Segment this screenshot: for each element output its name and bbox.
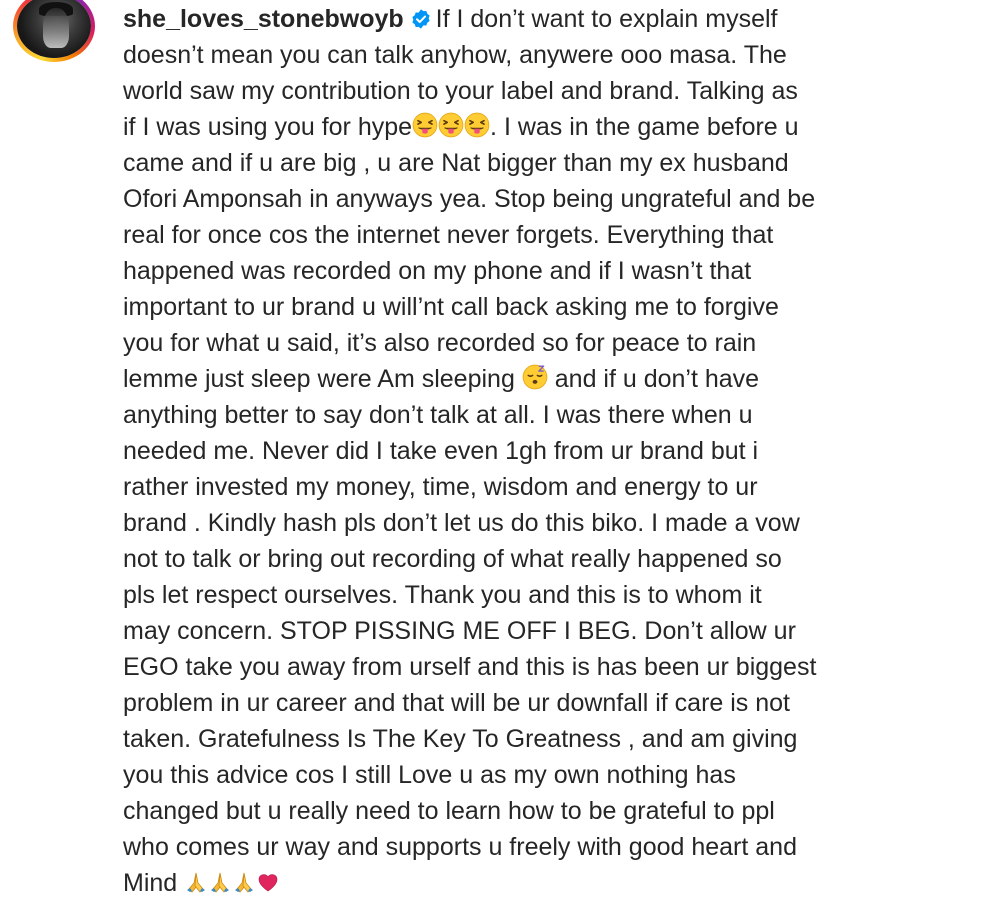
caption-line: important to ur brand u will’nt call bac… <box>123 293 779 321</box>
caption-line-text: lemme just sleep were Am sleeping <box>123 365 515 393</box>
caption-line: lemme just sleep were Am sleeping and if… <box>123 361 933 397</box>
caption-line: may concern. STOP PISSING ME OFF I BEG. … <box>123 617 796 645</box>
avatar-story-ring[interactable] <box>13 0 95 62</box>
caption-line: real for once cos the internet never for… <box>123 221 774 249</box>
caption-line-text: If I don’t want to explain myself <box>435 5 778 33</box>
post-comment: she_loves_stonebwoyb If I don’t want to e… <box>0 0 990 906</box>
caption-line: pls let respect ourselves. Thank you and… <box>123 581 762 609</box>
caption-line: rather invested my money, time, wisdom a… <box>123 473 758 501</box>
caption-line: happened was recorded on my phone and if… <box>123 257 752 285</box>
caption-line-text: and if u don’t have <box>554 365 760 393</box>
caption-line: not to talk or bring out recording of wh… <box>123 545 782 573</box>
avatar-figure <box>43 8 69 48</box>
caption-line: taken. Gratefulness Is The Key To Greatn… <box>123 725 798 753</box>
folded-hands-emoji-icon <box>184 870 208 894</box>
caption-line: EGO take you away from urself and this i… <box>123 653 817 681</box>
caption-line-1: she_loves_stonebwoyb If I don’t want to e… <box>123 1 933 37</box>
avatar[interactable] <box>17 0 91 58</box>
caption-line: problem in ur career and that will be ur… <box>123 689 790 717</box>
sleeping-face-emoji-icon <box>522 364 548 390</box>
caption-line: you for what u said, it’s also recorded … <box>123 329 757 357</box>
caption-line: doesn’t mean you can talk anyhow, anywer… <box>123 41 787 69</box>
squinting-tongue-emoji-icon <box>464 112 490 138</box>
caption-line: if I was using you for hype . I was in th… <box>123 109 933 145</box>
folded-hands-emoji-icon <box>208 870 232 894</box>
caption-line-text: Mind <box>123 869 178 897</box>
caption-line-text: . I was in the game before u <box>490 113 799 141</box>
caption-line: Ofori Amponsah in anyways yea. Stop bein… <box>123 185 816 213</box>
caption-line: who comes ur way and supports u freely w… <box>123 833 797 861</box>
caption-line: Mind <box>123 865 933 901</box>
caption-line: brand . Kindly hash pls don’t let us do … <box>123 509 800 537</box>
red-heart-emoji-icon <box>256 870 280 894</box>
folded-hands-emoji-icon <box>232 870 256 894</box>
username-link[interactable]: she_loves_stonebwoyb <box>123 5 404 33</box>
caption-line: changed but u really need to learn how t… <box>123 797 775 825</box>
caption-line: world saw my contribution to your label … <box>123 77 798 105</box>
caption-line: anything better to say don’t talk at all… <box>123 401 753 429</box>
caption-line: needed me. Never did I take even 1gh fro… <box>123 437 759 465</box>
squinting-tongue-emoji-icon <box>438 112 464 138</box>
caption-line: came and if u are big , u are Nat bigger… <box>123 149 789 177</box>
caption-line: you this advice cos I still Love u as my… <box>123 761 736 789</box>
verified-badge-icon <box>410 4 432 29</box>
squinting-tongue-emoji-icon <box>412 112 438 138</box>
caption-line-text: if I was using you for hype <box>123 113 413 141</box>
caption-text: she_loves_stonebwoyb If I don’t want to e… <box>123 1 933 901</box>
